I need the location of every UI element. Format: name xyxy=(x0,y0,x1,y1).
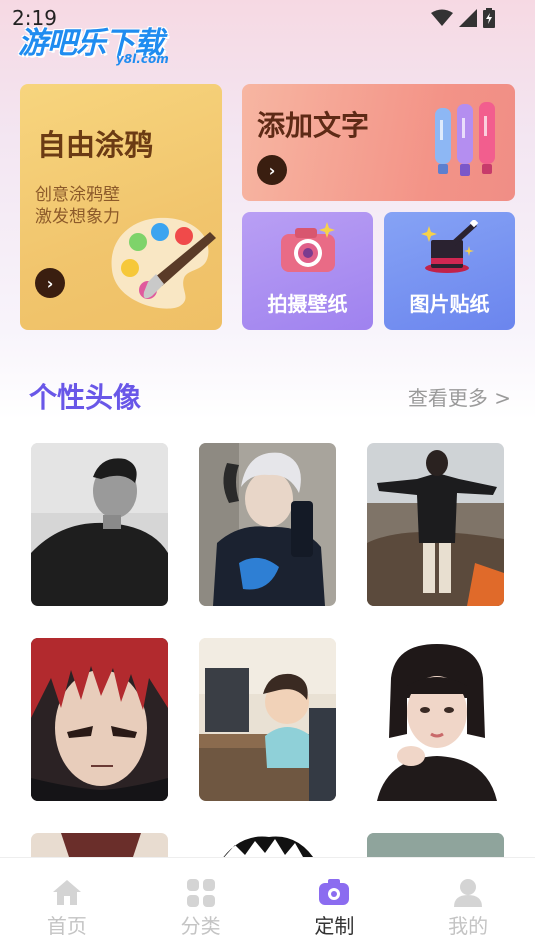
grid-icon xyxy=(186,879,215,907)
add-text-title: 添加文字 xyxy=(257,109,370,142)
avatar-image-bob-hair-girl xyxy=(367,638,504,801)
logo-subtext: y8l.com xyxy=(116,52,169,66)
home-icon xyxy=(52,880,81,905)
battery-icon xyxy=(483,8,495,28)
graffiti-subtitle-line1: 创意涂鸦壁 xyxy=(35,185,120,205)
graffiti-title: 自由涂鸦 xyxy=(37,128,154,162)
add-text-card[interactable]: 添加文字 › xyxy=(242,84,515,201)
avatar-item[interactable] xyxy=(367,638,504,801)
image-sticker-card[interactable]: 图片贴纸 xyxy=(384,212,515,330)
photo-wallpaper-label: 拍摄壁纸 xyxy=(267,292,348,316)
signal-icon xyxy=(459,9,477,27)
tab-category[interactable]: 分类 xyxy=(134,858,268,951)
camera-icon xyxy=(319,879,350,905)
bottom-tab-bar: 首页 分类 定制 我的 xyxy=(0,857,535,951)
image-sticker-label: 图片贴纸 xyxy=(409,292,490,316)
graffiti-card[interactable]: 自由涂鸦 创意涂鸦壁 激发想象力 › xyxy=(20,84,222,330)
tab-mine-label: 我的 xyxy=(448,914,489,938)
avatar-image-silver-hair xyxy=(199,443,336,606)
avatar-item[interactable] xyxy=(199,638,336,801)
tab-home-label: 首页 xyxy=(46,914,87,938)
avatar-item[interactable] xyxy=(31,443,168,606)
avatar-image-anime-red-hair xyxy=(31,638,168,801)
magic-hat-icon xyxy=(421,220,479,273)
tab-mine[interactable]: 我的 xyxy=(401,858,535,951)
tab-customize-label: 定制 xyxy=(314,914,355,938)
tab-customize[interactable]: 定制 xyxy=(268,858,402,951)
user-icon xyxy=(454,879,483,907)
avatar-image-hoodie-back xyxy=(367,443,504,606)
markers-icon xyxy=(435,102,495,176)
palette-icon xyxy=(111,217,216,309)
tab-category-label: 分类 xyxy=(180,914,221,938)
add-text-arrow-button[interactable]: › xyxy=(257,155,287,185)
avatar-item[interactable] xyxy=(31,638,168,801)
avatar-item[interactable] xyxy=(199,443,336,606)
tab-home[interactable]: 首页 xyxy=(0,858,134,951)
status-icons xyxy=(431,8,495,28)
camera-icon xyxy=(281,222,335,272)
avatar-image-cartoon-boy xyxy=(199,638,336,801)
avatar-image-bw-man xyxy=(31,443,168,606)
wifi-icon xyxy=(431,9,453,26)
app-logo: 游吧乐下载 y8l.com xyxy=(18,18,188,68)
graffiti-arrow-button[interactable]: › xyxy=(35,268,65,298)
photo-wallpaper-card[interactable]: 拍摄壁纸 xyxy=(242,212,373,330)
avatar-item[interactable] xyxy=(367,443,504,606)
avatars-section-title: 个性头像 xyxy=(29,381,142,414)
see-more-link[interactable]: 查看更多 > xyxy=(408,382,511,411)
